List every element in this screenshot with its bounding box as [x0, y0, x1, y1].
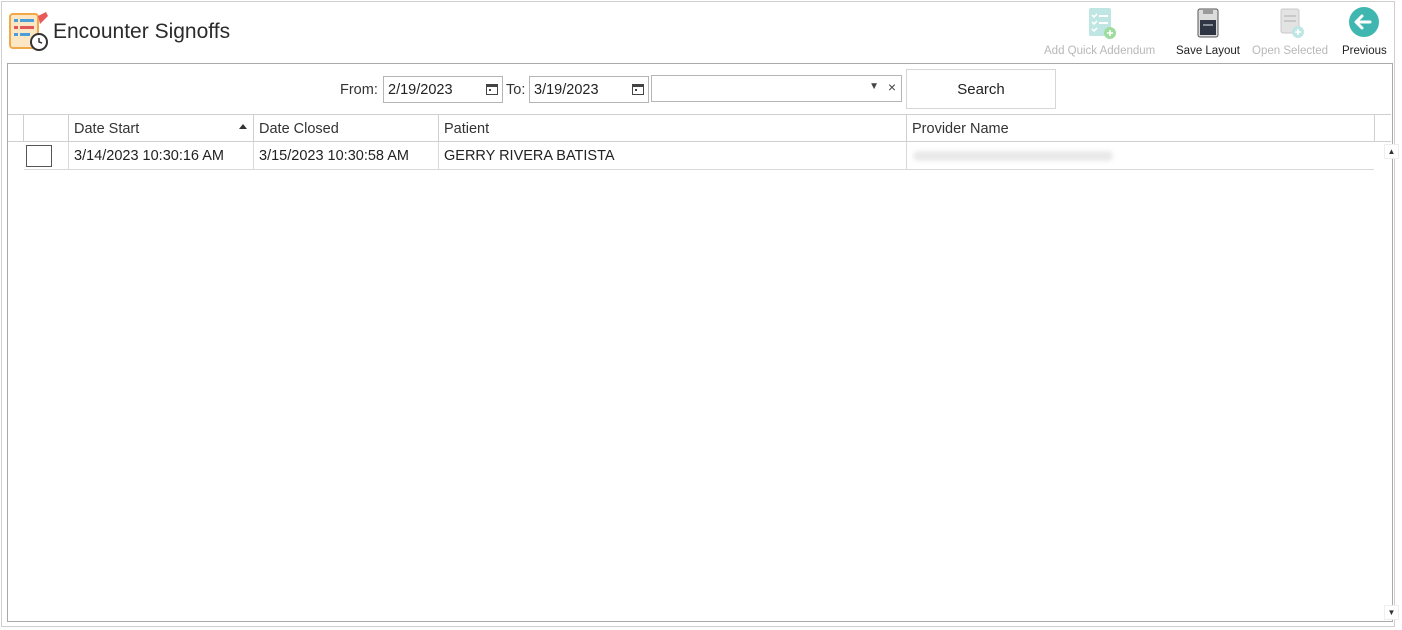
patient-cell: GERRY RIVERA BATISTA [439, 142, 907, 169]
table-row[interactable]: 3/14/2023 10:30:16 AM 3/15/2023 10:30:58… [24, 142, 1374, 170]
column-header-provider-name[interactable]: Provider Name [907, 115, 1375, 141]
column-header-label: Date Start [74, 121, 140, 137]
column-header-label: Provider Name [912, 121, 1009, 137]
scroll-down-arrow-icon[interactable]: ▼ [1384, 605, 1399, 620]
checklist-add-icon [1088, 8, 1116, 39]
save-layout-button[interactable]: Save Layout [1176, 6, 1240, 57]
to-date-input[interactable]: 3/19/2023 [529, 76, 649, 103]
grid-header: Date Start Date Closed Patient Provider … [8, 114, 1391, 142]
open-document-icon [1280, 8, 1305, 38]
open-selected-label: Open Selected [1252, 45, 1329, 57]
column-header-patient[interactable]: Patient [439, 115, 907, 141]
column-header-date-closed[interactable]: Date Closed [254, 115, 439, 141]
back-arrow-icon [1349, 7, 1380, 37]
calendar-icon[interactable] [632, 83, 644, 95]
row-indicator-header [8, 115, 24, 141]
to-date-value: 3/19/2023 [534, 82, 599, 98]
add-quick-addendum-button[interactable]: Add Quick Addendum [1044, 6, 1155, 57]
select-cell[interactable] [24, 142, 69, 169]
previous-button[interactable]: Previous [1342, 6, 1387, 57]
sort-ascending-icon [239, 124, 247, 129]
from-date-value: 2/19/2023 [388, 82, 453, 98]
previous-label: Previous [1342, 45, 1387, 57]
open-selected-button[interactable]: Open Selected [1252, 6, 1328, 57]
scroll-up-arrow-icon[interactable]: ▲ [1384, 144, 1399, 159]
provider-cell [907, 142, 1374, 169]
page-title: Encounter Signoffs [53, 20, 231, 43]
column-header-date-start[interactable]: Date Start [69, 115, 254, 141]
from-date-input[interactable]: 2/19/2023 [383, 76, 503, 103]
clear-icon[interactable]: × [888, 79, 896, 95]
save-layout-label: Save Layout [1176, 45, 1240, 57]
redacted-provider-name [913, 151, 1113, 161]
encounter-signoffs-icon [8, 10, 50, 52]
column-header-label: Date Closed [259, 121, 339, 137]
provider-filter-combo[interactable]: ▼ × [651, 75, 902, 102]
column-header-label: Patient [444, 121, 490, 137]
date-closed-cell: 3/15/2023 10:30:58 AM [254, 142, 439, 169]
to-label: To: [506, 82, 526, 98]
add-quick-addendum-label: Add Quick Addendum [1044, 45, 1156, 57]
row-checkbox[interactable] [26, 145, 52, 167]
date-start-cell: 3/14/2023 10:30:16 AM [69, 142, 254, 169]
select-column-header[interactable] [24, 115, 69, 141]
search-button[interactable]: Search [906, 69, 1056, 109]
save-layout-icon [1197, 8, 1219, 38]
calendar-icon[interactable] [486, 83, 498, 95]
from-label: From: [340, 82, 378, 98]
dropdown-arrow-icon[interactable]: ▼ [869, 81, 879, 92]
